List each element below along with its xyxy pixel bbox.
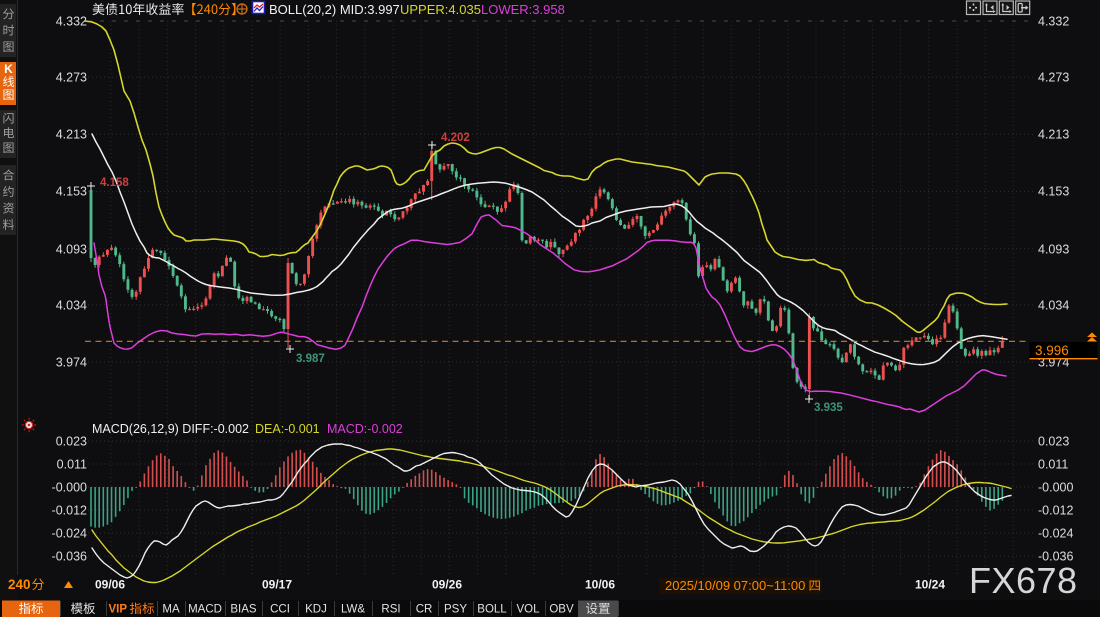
svg-text:K: K [4, 62, 13, 76]
svg-text:LW&: LW& [341, 604, 365, 616]
svg-text:FX678: FX678 [969, 560, 1078, 601]
svg-text:10/24: 10/24 [915, 578, 945, 592]
svg-text:4.093: 4.093 [1038, 243, 1069, 257]
svg-text:RSI: RSI [381, 604, 400, 616]
svg-text:3.935: 3.935 [814, 402, 843, 414]
svg-text:3.974: 3.974 [56, 356, 87, 370]
svg-text:CR: CR [416, 604, 433, 616]
svg-text:4.034: 4.034 [56, 299, 87, 313]
svg-text:4.153: 4.153 [1038, 185, 1069, 199]
svg-text:-0.000: -0.000 [52, 481, 87, 495]
svg-text:-0.036: -0.036 [52, 550, 87, 564]
svg-text:240: 240 [8, 577, 31, 592]
svg-text:BOLL(20,2) MID:3.997: BOLL(20,2) MID:3.997 [269, 2, 400, 17]
svg-text:PSY: PSY [444, 604, 467, 616]
svg-text:09/26: 09/26 [432, 578, 462, 592]
svg-text:09/17: 09/17 [262, 578, 292, 592]
svg-text:UPPER:4.035: UPPER:4.035 [400, 2, 481, 17]
svg-text:-0.024: -0.024 [1038, 527, 1073, 541]
svg-text:4.093: 4.093 [56, 243, 87, 257]
svg-text:4.202: 4.202 [441, 132, 470, 144]
svg-text:4.332: 4.332 [56, 15, 87, 29]
svg-text:4.213: 4.213 [56, 128, 87, 142]
svg-text:LOWER:3.958: LOWER:3.958 [481, 2, 565, 17]
svg-text:4.213: 4.213 [1038, 128, 1069, 142]
svg-text:4.158: 4.158 [100, 177, 129, 189]
svg-text:KDJ: KDJ [305, 604, 327, 616]
svg-text:4.273: 4.273 [56, 71, 87, 85]
svg-text:10/06: 10/06 [585, 578, 615, 592]
svg-text:BIAS: BIAS [230, 604, 257, 616]
svg-text:MACD(26,12,9) DIFF:-0.002: MACD(26,12,9) DIFF:-0.002 [92, 422, 249, 436]
svg-text:0.023: 0.023 [56, 435, 87, 449]
svg-text:MACD: MACD [188, 604, 222, 616]
svg-text:4.153: 4.153 [56, 185, 87, 199]
svg-text:VIP: VIP [109, 604, 128, 616]
svg-text:MA: MA [162, 604, 180, 616]
svg-text:0.011: 0.011 [1038, 458, 1068, 472]
svg-text:0.011: 0.011 [57, 458, 87, 472]
svg-text:-0.012: -0.012 [52, 504, 87, 518]
svg-text:3.996: 3.996 [1035, 343, 1069, 358]
svg-text:MACD:-0.002: MACD:-0.002 [327, 422, 403, 436]
svg-text:3.987: 3.987 [296, 353, 325, 365]
svg-text:BOLL: BOLL [477, 604, 507, 616]
svg-text:-0.000: -0.000 [1038, 481, 1073, 495]
svg-text:CCI: CCI [270, 604, 290, 616]
svg-text:2025/10/09 07:00~11:00: 2025/10/09 07:00~11:00 [665, 578, 805, 593]
svg-text:09/06: 09/06 [95, 578, 125, 592]
svg-text:-0.012: -0.012 [1038, 504, 1073, 518]
svg-text:VOL: VOL [516, 604, 540, 616]
svg-text:DEA:-0.001: DEA:-0.001 [255, 422, 320, 436]
svg-text:4.034: 4.034 [1038, 299, 1069, 313]
svg-text:4.332: 4.332 [1038, 15, 1069, 29]
svg-text:-0.024: -0.024 [52, 527, 87, 541]
svg-text:OBV: OBV [549, 604, 574, 616]
svg-text:0.023: 0.023 [1038, 435, 1069, 449]
svg-text:4.273: 4.273 [1038, 71, 1069, 85]
